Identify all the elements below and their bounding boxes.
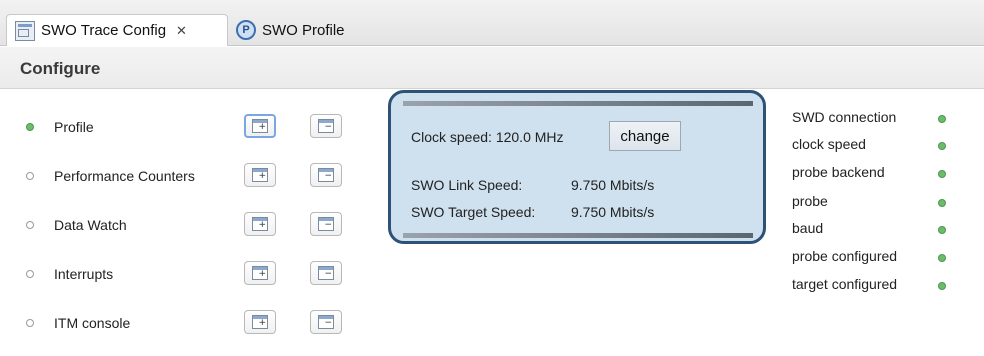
remove-window-icon: −	[318, 315, 334, 329]
remove-window-icon: −	[318, 266, 334, 280]
close-icon[interactable]: ✕	[176, 23, 187, 39]
add-window-icon: +	[252, 315, 268, 329]
add-window-icon: +	[252, 266, 268, 280]
status-label-baud: baud	[792, 220, 824, 236]
section-header: Configure	[0, 47, 984, 89]
add-window-icon: +	[252, 119, 268, 133]
status-ok-indicator	[938, 226, 946, 234]
panel-bottom-bar	[403, 233, 753, 238]
swo-config-icon	[15, 20, 35, 41]
tab-swo-profile[interactable]: P SWO Profile	[228, 14, 368, 46]
feature-row-data-watch: Data Watch	[26, 212, 127, 238]
remove-window-button[interactable]: −	[310, 261, 342, 285]
feature-row-interrupts: Interrupts	[26, 261, 113, 287]
remove-window-button[interactable]: −	[310, 212, 342, 236]
swo-link-speed-label: SWO Link Speed:	[411, 177, 523, 193]
add-window-icon: +	[252, 217, 268, 231]
feature-row-profile: Profile	[26, 114, 94, 140]
remove-window-button[interactable]: −	[310, 310, 342, 334]
clock-speed-label: Clock speed: 120.0 MHz	[411, 129, 564, 145]
status-ok-indicator	[938, 199, 946, 207]
status-dot	[26, 319, 34, 327]
add-window-button[interactable]: +	[244, 310, 276, 334]
feature-label: Interrupts	[54, 266, 114, 282]
add-window-button[interactable]: +	[244, 114, 276, 138]
change-button[interactable]: change	[609, 121, 681, 151]
feature-row-performance-counters: Performance Counters	[26, 163, 195, 189]
status-ok-indicator	[938, 254, 946, 262]
speed-panel: Clock speed: 120.0 MHz change SWO Link S…	[388, 90, 766, 244]
status-dot	[26, 172, 34, 180]
status-label-probe-configured: probe configured	[792, 248, 898, 264]
panel-top-bar	[403, 101, 753, 106]
remove-window-icon: −	[318, 168, 334, 182]
feature-label: ITM console	[54, 315, 131, 331]
swo-target-speed-value: 9.750 Mbits/s	[571, 204, 655, 220]
swo-profile-icon: P	[236, 20, 256, 40]
swo-link-speed-value: 9.750 Mbits/s	[571, 177, 655, 193]
status-label-swd-connection: SWD connection	[792, 109, 897, 125]
status-dot	[26, 221, 34, 229]
add-window-button[interactable]: +	[244, 212, 276, 236]
status-ok-indicator	[938, 115, 946, 123]
feature-label: Data Watch	[54, 217, 127, 233]
add-window-button[interactable]: +	[244, 261, 276, 285]
status-label-probe: probe	[792, 193, 828, 209]
add-window-icon: +	[252, 168, 268, 182]
remove-window-icon: −	[318, 119, 334, 133]
tab-bar: SWO Trace Config ✕ P SWO Profile	[0, 0, 984, 46]
status-ok-indicator	[938, 282, 946, 290]
add-window-button[interactable]: +	[244, 163, 276, 187]
feature-label: Profile	[54, 119, 94, 135]
tab-label: SWO Profile	[262, 21, 345, 39]
status-dot	[26, 270, 34, 278]
feature-label: Performance Counters	[54, 168, 195, 184]
remove-window-button[interactable]: −	[310, 163, 342, 187]
swo-target-speed-label: SWO Target Speed:	[411, 204, 536, 220]
status-ok-indicator	[938, 142, 946, 150]
tab-label: SWO Trace Config	[41, 22, 167, 39]
status-dot	[26, 123, 34, 131]
feature-row-itm-console: ITM console	[26, 310, 130, 336]
status-label-target-configured: target configured	[792, 276, 898, 292]
remove-window-button[interactable]: −	[310, 114, 342, 138]
remove-window-icon: −	[318, 217, 334, 231]
status-label-clock-speed: clock speed	[792, 136, 866, 152]
status-label-probe-backend: probe backend	[792, 164, 885, 180]
page-title: Configure	[20, 59, 101, 78]
tab-swo-trace-config[interactable]: SWO Trace Config ✕	[6, 14, 228, 46]
status-ok-indicator	[938, 170, 946, 178]
